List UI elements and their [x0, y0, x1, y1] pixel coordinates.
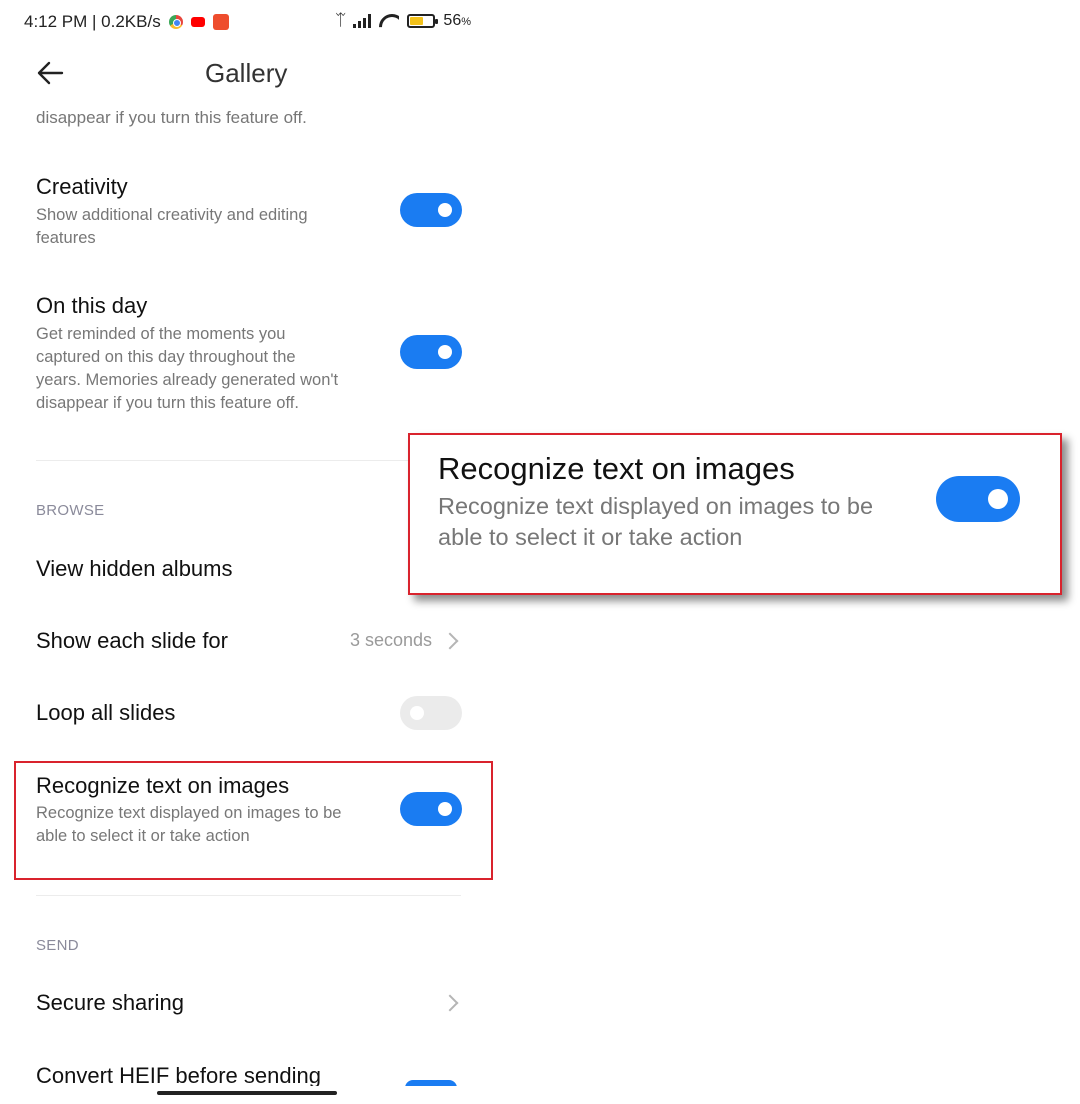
setting-title: Secure sharing	[36, 990, 184, 1015]
status-time-speed: 4:12 PM | 0.2KB/s	[24, 12, 161, 31]
highlight-box	[14, 761, 493, 880]
setting-title: Loop all slides	[36, 700, 176, 725]
signal-icon	[353, 14, 372, 28]
setting-description: Show additional creativity and editing f…	[36, 206, 308, 247]
slide-duration-value: 3 seconds	[350, 630, 433, 650]
callout-toggle	[936, 476, 1020, 522]
setting-title: Show each slide for	[36, 628, 228, 653]
screen-bottom-edge	[0, 1086, 1080, 1104]
status-bar: 4:12 PM | 0.2KB/s ᛠ 56%	[0, 0, 495, 48]
zoom-callout: Recognize text on images Recognize text …	[408, 433, 1062, 595]
creativity-toggle[interactable]	[400, 193, 462, 227]
divider	[36, 460, 461, 461]
setting-title: View hidden albums	[36, 556, 233, 581]
loop-all-slides-toggle[interactable]	[400, 696, 462, 730]
previous-row-description: disappear if you turn this feature off.	[36, 108, 307, 127]
wifi-icon	[379, 14, 399, 28]
chevron-right-icon	[441, 994, 459, 1012]
arrow-left-icon[interactable]	[36, 60, 64, 86]
status-bar-right: ᛠ 56%	[336, 12, 471, 30]
chevron-right-icon	[441, 632, 459, 650]
battery-percent: 56%	[443, 12, 471, 29]
bluetooth-icon: ᛠ	[335, 12, 346, 29]
home-indicator[interactable]	[157, 1091, 337, 1095]
shopee-icon	[212, 14, 229, 30]
divider	[36, 895, 461, 896]
section-header-send: SEND	[36, 937, 79, 954]
setting-title: On this day	[36, 293, 148, 318]
setting-title: Creativity	[36, 174, 128, 199]
page-title: Gallery	[205, 58, 288, 88]
chrome-icon	[168, 15, 183, 29]
status-bar-left: 4:12 PM | 0.2KB/s	[24, 12, 229, 32]
battery-icon	[407, 14, 439, 28]
battery-fill	[410, 17, 423, 25]
callout-title: Recognize text on images	[438, 451, 795, 486]
youtube-icon	[190, 17, 205, 27]
on-this-day-toggle[interactable]	[400, 335, 462, 369]
setting-description: Get reminded of the moments you captured…	[36, 325, 339, 412]
callout-description: Recognize text displayed on images to be…	[438, 493, 874, 550]
section-header-browse: BROWSE	[36, 502, 105, 519]
